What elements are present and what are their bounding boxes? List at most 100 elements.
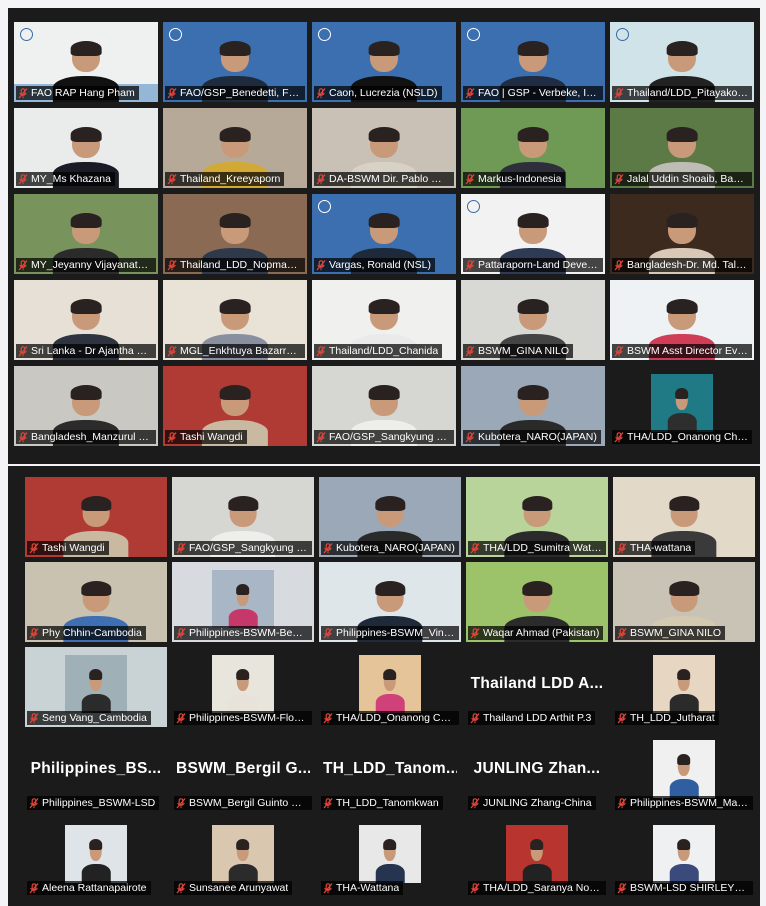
participant-name: FAO/GSP_Sangkyung Lee <box>189 542 308 554</box>
muted-mic-icon <box>470 712 480 723</box>
participant-tile[interactable]: THA-Wattana <box>319 817 461 897</box>
participant-tile[interactable]: DA-BSWM Dir. Pablo M. ... <box>312 108 456 188</box>
participant-tile[interactable]: Phy Chhin-Cambodia <box>25 562 167 642</box>
participant-tile[interactable]: Caon, Lucrezia (NSLD) <box>312 22 456 102</box>
participant-tile[interactable]: Jalal Uddin Shoaib, Bangl... <box>610 108 754 188</box>
participant-tile[interactable]: Sunsanee Arunyawat <box>172 817 314 897</box>
muted-mic-icon <box>465 259 475 270</box>
participant-name: BSWM Asst Director Evel... <box>627 345 748 357</box>
muted-mic-icon <box>167 173 177 184</box>
participant-name: Pattaraporn-Land Develo... <box>478 259 599 271</box>
participant-tile[interactable]: BSWM_GINA NILO <box>613 562 755 642</box>
participant-name-placeholder: JUNLING Zhan... <box>473 760 601 777</box>
muted-mic-icon <box>614 87 624 98</box>
participant-tile[interactable]: Philippines-BSWM_Marjo... <box>613 732 755 812</box>
participant-tile[interactable]: Bangladesh_Manzurul H... <box>14 366 158 446</box>
participant-tile[interactable]: FAO | GSP - Verbeke, Isab... <box>461 22 605 102</box>
participant-tile[interactable]: Markus-Indonesia <box>461 108 605 188</box>
muted-mic-icon <box>617 627 627 638</box>
participant-tile[interactable]: Thailand_LDD_Nopmane... <box>163 194 307 274</box>
participant-name: FAO RAP Hang Pham <box>31 87 135 99</box>
participant-tile[interactable]: BSWM Asst Director Evel... <box>610 280 754 360</box>
participant-tile[interactable]: MY_Jeyanny Vijayanathan <box>14 194 158 274</box>
participant-name: Thailand_Kreeyaporn <box>180 173 281 185</box>
participant-tile[interactable]: Kubotera_NARO(JAPAN) <box>319 477 461 557</box>
participant-name-label: Seng Vang_Cambodia <box>27 711 151 725</box>
participant-tile[interactable]: FAO/GSP_Benedetti, Filippo (... <box>163 22 307 102</box>
muted-mic-icon <box>465 431 475 442</box>
participant-name: FAO | GSP - Verbeke, Isab... <box>478 87 599 99</box>
participant-name-label: Phy Chhin-Cambodia <box>27 626 146 640</box>
participant-tile[interactable]: Waqar Ahmad (Pakistan) <box>466 562 608 642</box>
participant-tile[interactable]: THA-wattana <box>613 477 755 557</box>
participant-name-label: Thailand_LDD_Nopmane... <box>165 258 305 272</box>
participant-name: Bangladesh_Manzurul H... <box>31 431 152 443</box>
participant-tile[interactable]: FAO/GSP_Sangkyung Lee <box>312 366 456 446</box>
participant-tile[interactable]: Philippines_BS... Philippines_BSWM-LSD <box>25 732 167 812</box>
participant-tile[interactable]: BSWM-LSD SHIRLEY_BU... <box>613 817 755 897</box>
participant-tile[interactable]: Thailand_Kreeyaporn <box>163 108 307 188</box>
participant-name-label: Philippines-BSWM-Florfi... <box>174 711 312 725</box>
participant-tile[interactable]: Thailand LDD A... Thailand LDD Arthit P.3 <box>466 647 608 727</box>
participant-tile[interactable]: FAO RAP Hang Pham <box>14 22 158 102</box>
muted-mic-icon <box>323 712 333 723</box>
participant-name: Philippines-BSWM-Beatri... <box>189 627 308 639</box>
muted-mic-icon <box>18 87 28 98</box>
participant-tile[interactable]: THA/LDD_Onanong Cho... <box>319 647 461 727</box>
participant-name-label: BSWM_GINA NILO <box>615 626 726 640</box>
participant-tile[interactable]: Pattaraporn-Land Develo... <box>461 194 605 274</box>
participant-name-label: Thailand LDD Arthit P.3 <box>468 711 596 725</box>
fao-emblem-icon <box>20 28 33 41</box>
participant-name: Caon, Lucrezia (NSLD) <box>329 87 438 99</box>
participant-tile[interactable]: Philippines-BSWM-Florfi... <box>172 647 314 727</box>
participant-tile[interactable]: BSWM_Bergil G... BSWM_Bergil Guinto Ber..… <box>172 732 314 812</box>
muted-mic-icon <box>614 345 624 356</box>
participant-tile[interactable]: JUNLING Zhan... JUNLING Zhang-China <box>466 732 608 812</box>
participant-tile[interactable]: Tashi Wangdi <box>163 366 307 446</box>
participant-tile[interactable]: Vargas, Ronald (NSL) <box>312 194 456 274</box>
participant-tile[interactable]: Thailand/LDD_Pitayakon... <box>610 22 754 102</box>
gallery-view-bottom: Tashi Wangdi FAO/GSP_Sangkyung Lee Kuboter… <box>8 466 760 906</box>
participant-name: BSWM_GINA NILO <box>630 627 722 639</box>
participant-tile[interactable]: BSWM_GINA NILO <box>461 280 605 360</box>
muted-mic-icon <box>29 797 39 808</box>
participant-name-label: Caon, Lucrezia (NSLD) <box>314 86 442 100</box>
participant-name-label: FAO/GSP_Sangkyung Lee <box>314 430 454 444</box>
participant-video-inset <box>212 655 274 713</box>
participant-tile[interactable]: THA/LDD_Onanong Cho... <box>610 366 754 446</box>
participant-tile[interactable]: THA/LDD_Saranya Norka... <box>466 817 608 897</box>
participant-name-label: Philippines-BSWM_Vince... <box>321 626 459 640</box>
participant-tile[interactable]: Seng Vang_Cambodia <box>25 647 167 727</box>
participant-tile[interactable]: MY_Ms Khazana <box>14 108 158 188</box>
participant-name: THA/LDD_Onanong Cho... <box>336 712 455 724</box>
participant-tile[interactable]: TH_LDD_Tanom... TH_LDD_Tanomkwan <box>319 732 461 812</box>
muted-mic-icon <box>167 87 177 98</box>
participant-tile[interactable]: Bangladesh-Dr. Md. Tala... <box>610 194 754 274</box>
muted-mic-icon <box>614 173 624 184</box>
participant-tile[interactable]: MGL_Enkhtuya Bazarradn... <box>163 280 307 360</box>
participant-tile[interactable]: Thailand/LDD_Chanida <box>312 280 456 360</box>
fao-emblem-icon <box>169 28 182 41</box>
participant-tile[interactable]: THA/LDD_Sumitra Watana <box>466 477 608 557</box>
participant-tile[interactable]: Tashi Wangdi <box>25 477 167 557</box>
participant-tile[interactable]: Sri Lanka - Dr Ajantha de ... <box>14 280 158 360</box>
participant-name-label: THA/LDD_Onanong Cho... <box>321 711 459 725</box>
muted-mic-icon <box>323 882 333 893</box>
participant-name-label: Kubotera_NARO(JAPAN) <box>463 430 601 444</box>
participant-name-placeholder: Thailand LDD A... <box>470 675 604 692</box>
participant-tile[interactable]: TH_LDD_Jutharat <box>613 647 755 727</box>
participant-tile[interactable]: Philippines-BSWM-Beatri... <box>172 562 314 642</box>
participant-name-label: BSWM_Bergil Guinto Ber... <box>174 796 312 810</box>
participant-video <box>228 668 258 713</box>
muted-mic-icon <box>470 627 480 638</box>
participant-tile[interactable]: FAO/GSP_Sangkyung Lee <box>172 477 314 557</box>
participant-video <box>228 838 258 883</box>
organization-logo <box>318 28 396 42</box>
participant-tile[interactable]: Philippines-BSWM_Vince... <box>319 562 461 642</box>
participant-name: MY_Jeyanny Vijayanathan <box>31 259 152 271</box>
organization-logo <box>467 200 545 214</box>
participant-tile[interactable]: Kubotera_NARO(JAPAN) <box>461 366 605 446</box>
participant-video-inset <box>653 740 715 798</box>
muted-mic-icon <box>176 882 186 893</box>
participant-tile[interactable]: Aleena Rattanapairote <box>25 817 167 897</box>
